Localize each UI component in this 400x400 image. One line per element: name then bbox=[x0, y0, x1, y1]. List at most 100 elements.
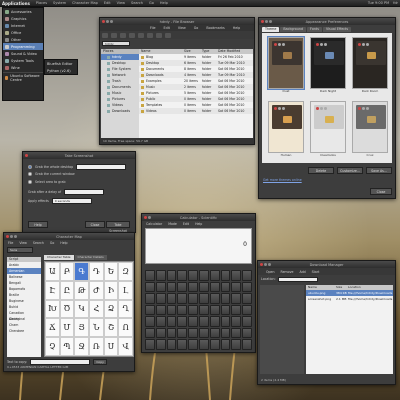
minimize-icon[interactable] bbox=[265, 20, 268, 23]
help-button[interactable]: Help bbox=[28, 221, 48, 228]
theme-thumbnail[interactable]: Clearlooks bbox=[310, 101, 346, 157]
calculator-key[interactable] bbox=[166, 304, 177, 316]
help-menu[interactable]: Help bbox=[160, 1, 168, 5]
calculator-key[interactable] bbox=[166, 293, 177, 304]
calculator-key[interactable] bbox=[177, 339, 188, 350]
calculator-key[interactable] bbox=[145, 339, 155, 350]
theme-thumbnail[interactable]: Dark Night bbox=[310, 37, 346, 93]
effects-select[interactable]: 0 seconds bbox=[51, 198, 92, 204]
search-button[interactable] bbox=[165, 32, 171, 38]
submenu-item-bluefish[interactable]: Bluefish Editor bbox=[45, 60, 77, 67]
menu-file[interactable]: File bbox=[8, 241, 13, 245]
delay-spinner[interactable] bbox=[64, 189, 105, 195]
save-as-button[interactable]: Save As... bbox=[366, 167, 392, 174]
character-cell[interactable]: Է bbox=[45, 280, 60, 300]
menu-item-other[interactable]: Other bbox=[3, 36, 43, 43]
calculator-key[interactable] bbox=[155, 281, 166, 293]
copy-button[interactable]: Copy bbox=[93, 359, 108, 365]
tab-character-details[interactable]: Character Details bbox=[74, 255, 107, 260]
calculator-key[interactable] bbox=[188, 281, 198, 293]
radio-icon[interactable] bbox=[28, 165, 32, 169]
menu-go[interactable]: Go bbox=[50, 241, 54, 245]
menu-item-system-tools[interactable]: System Tools bbox=[3, 57, 43, 64]
calculator-key[interactable] bbox=[145, 293, 155, 304]
minimize-icon[interactable] bbox=[106, 20, 109, 23]
grab-desktop-option[interactable]: Grab the whole desktop bbox=[28, 164, 127, 170]
character-cell[interactable]: Վ bbox=[118, 337, 133, 356]
menu-edit[interactable]: Edit bbox=[164, 26, 170, 30]
character-cell[interactable]: Ռ bbox=[89, 337, 104, 356]
calculator-key[interactable] bbox=[231, 281, 242, 293]
stop-button[interactable] bbox=[129, 32, 135, 38]
search-menu[interactable]: Search bbox=[131, 1, 143, 5]
calculator-key[interactable] bbox=[199, 270, 209, 281]
minimize-icon[interactable] bbox=[148, 216, 151, 219]
submenu-item-python[interactable]: Python (v2.6) bbox=[45, 67, 77, 74]
calculator-key[interactable] bbox=[209, 316, 220, 327]
column-type[interactable]: Type bbox=[202, 49, 218, 54]
calculator-key[interactable] bbox=[209, 270, 220, 281]
titlebar[interactable]: Character Map bbox=[4, 233, 134, 240]
calculator-key[interactable] bbox=[209, 304, 220, 316]
remove-button[interactable]: Remove bbox=[281, 270, 294, 274]
calculator-key[interactable] bbox=[177, 270, 188, 281]
calculator-key[interactable] bbox=[177, 293, 188, 304]
close-icon[interactable] bbox=[261, 20, 264, 23]
calculator-key[interactable] bbox=[145, 281, 155, 293]
menu-search[interactable]: Search bbox=[33, 241, 44, 245]
titlebar[interactable]: Calculator - Scientific bbox=[142, 214, 255, 221]
calculator-key[interactable] bbox=[231, 327, 242, 339]
character-cell[interactable]: Չ bbox=[45, 337, 60, 356]
character-cell[interactable]: Լ bbox=[118, 280, 133, 300]
close-icon[interactable] bbox=[6, 235, 9, 238]
download-row[interactable]: screenshot.png 2.1 MB file:///home/hdrdy/D… bbox=[306, 296, 393, 302]
menu-help[interactable]: Help bbox=[195, 222, 202, 226]
calculator-key[interactable] bbox=[155, 327, 166, 339]
calculator-key[interactable] bbox=[231, 293, 242, 304]
location-field[interactable] bbox=[277, 276, 318, 282]
calculator-key[interactable] bbox=[209, 281, 220, 293]
character-cell[interactable]: Ս bbox=[103, 337, 119, 356]
character-cell[interactable]: Զ bbox=[118, 262, 133, 281]
clock[interactable]: Tue 9:00 PM bbox=[368, 1, 389, 5]
calculator-key[interactable] bbox=[155, 304, 166, 316]
grab-desktop-field[interactable] bbox=[76, 164, 127, 170]
calculator-key[interactable] bbox=[177, 316, 188, 327]
column-size[interactable]: Size bbox=[184, 49, 202, 54]
titlebar[interactable]: hdrdy - File Browser bbox=[100, 18, 254, 25]
menu-view[interactable]: View bbox=[178, 26, 186, 30]
go-menu[interactable]: Go bbox=[149, 1, 154, 5]
menu-item-wine[interactable]: Wine bbox=[3, 64, 43, 71]
font-select[interactable]: Sans bbox=[7, 247, 33, 253]
calculator-key[interactable] bbox=[188, 304, 198, 316]
menu-item-accessories[interactable]: Accessories bbox=[3, 8, 43, 15]
character-cell[interactable]: Ա bbox=[45, 262, 60, 281]
calculator-key[interactable] bbox=[220, 316, 231, 327]
character-cell[interactable]: Ի bbox=[103, 280, 119, 300]
close-icon[interactable] bbox=[102, 20, 105, 23]
user-name[interactable]: fdr bbox=[393, 1, 398, 5]
maximize-icon[interactable] bbox=[268, 263, 271, 266]
calculator-key[interactable] bbox=[188, 316, 198, 327]
character-cell[interactable]: Թ bbox=[74, 280, 89, 300]
calculator-key[interactable] bbox=[199, 339, 209, 350]
menu-help[interactable]: Help bbox=[233, 26, 241, 30]
character-cell[interactable]: Պ bbox=[59, 337, 75, 356]
character-cell[interactable]: Ե bbox=[103, 262, 119, 281]
calculator-key[interactable] bbox=[155, 270, 166, 281]
character-cell[interactable]: Բ bbox=[59, 262, 75, 281]
character-cell[interactable]: Ծ bbox=[59, 299, 75, 319]
maximize-icon[interactable] bbox=[269, 20, 272, 23]
menu-mode[interactable]: Mode bbox=[168, 222, 177, 226]
file-row[interactable]: Videos 0 items folder Sat 06 Mar 2010 bbox=[139, 108, 253, 114]
calculator-key[interactable] bbox=[166, 316, 177, 327]
character-cell[interactable]: Գ bbox=[74, 262, 89, 281]
script-item[interactable]: Cherokee bbox=[7, 328, 41, 334]
calculator-key[interactable] bbox=[166, 281, 177, 293]
tab-fonts[interactable]: Fonts bbox=[307, 27, 322, 32]
calculator-key[interactable] bbox=[220, 293, 231, 304]
calculator-key[interactable] bbox=[231, 316, 242, 327]
menu-calculator[interactable]: Calculator bbox=[146, 222, 162, 226]
theme-thumbnail[interactable]: Dark Room bbox=[352, 37, 388, 93]
calculator-key[interactable] bbox=[242, 270, 252, 281]
